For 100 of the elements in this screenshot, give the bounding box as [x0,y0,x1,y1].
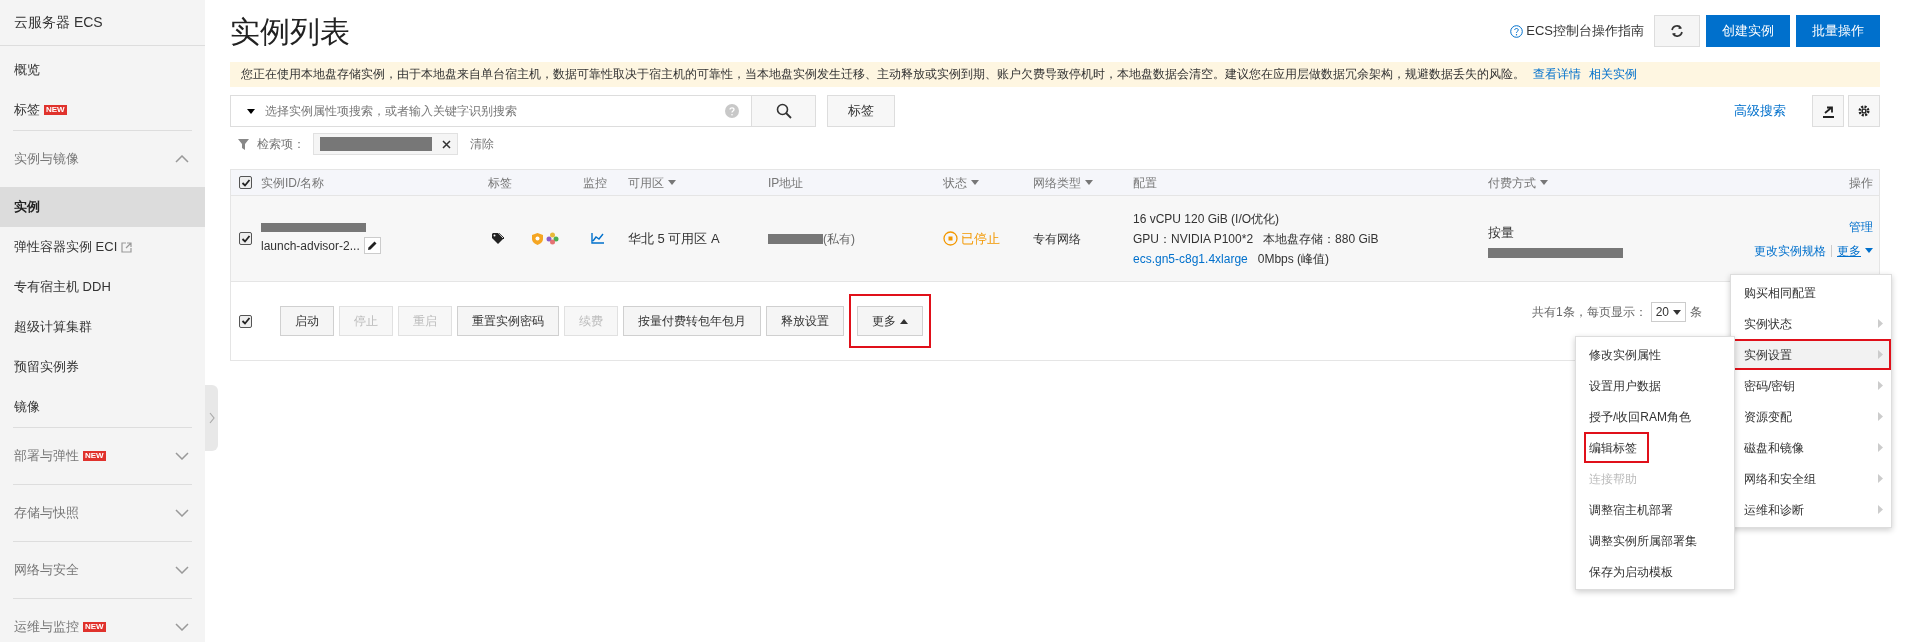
manage-link[interactable]: 管理 [1849,217,1873,236]
page-title: 实例列表 [230,13,350,50]
advanced-search-link[interactable]: 高级搜索 [1734,101,1786,121]
check-icon [240,233,251,244]
caret-icon [1865,248,1873,253]
sidebar-item[interactable]: 预留实例券 [0,347,205,387]
external-link-icon [121,241,133,253]
network-cell-text: 专有网络 [1033,230,1082,248]
chevron-down-icon[interactable] [175,566,189,574]
search-placeholder: 选择实例属性项搜索，或者输入关键字识别搜索 [265,103,518,120]
sidebar-item[interactable]: 标签 NEW [0,90,205,130]
submenu-arrow-icon [1878,350,1883,359]
chevron-up-icon[interactable] [175,155,189,163]
column-header: 标签 [488,174,512,192]
menu-item[interactable]: 运维和诊断 [1731,494,1891,525]
submenu-arrow-icon [1878,474,1883,483]
settings-icon [1858,105,1870,117]
checkbox[interactable] [239,176,252,189]
close-icon[interactable] [442,139,451,149]
submenu-arrow-icon [1878,412,1883,421]
menu-item[interactable]: 保存为启动模板 [1584,556,1685,587]
banner-link[interactable]: 查看详情 [1533,65,1581,84]
sidebar-group[interactable]: 实例与镜像 [0,131,205,187]
sidebar-item[interactable]: 实例 [0,187,205,227]
sidebar-group[interactable]: 运维与监控 NEW [0,599,205,642]
chevron-down-icon[interactable] [175,509,189,517]
filter-label: 检索项： [257,136,305,153]
action-button[interactable]: 按量付费转包年包月 [623,306,761,336]
primary-button[interactable]: 创建实例 [1706,15,1790,47]
sidebar-item[interactable]: 专有宿主机 DDH [0,267,205,307]
page-size-select[interactable]: 20 [1650,302,1686,322]
banner-text: 您正在使用本地盘存储实例，由于本地盘来自单台宿主机，数据可靠性取决于宿主机的可靠性，当本地盘实例发生迁移、主动释放或实例到期、账户欠费导致停机时，本地盘数据会清空。建议您在应用层做数据冗余架构，规避数据丢失的风险。 [241,66,1525,82]
action-button[interactable]: 释放设置 [766,306,844,336]
banner-link[interactable]: 相关实例 [1589,65,1637,84]
submenu-arrow-icon [1878,381,1883,390]
refresh-button[interactable] [1654,15,1700,47]
tag-icon[interactable] [492,232,507,245]
column-header: 实例ID/名称 [261,174,325,192]
sidebar-item[interactable]: 概览 [0,50,205,90]
caret-icon [1673,309,1681,315]
flower-icon[interactable] [546,232,559,245]
change-spec-link[interactable]: 更改实例规格 [1754,241,1826,260]
chevron-down-icon[interactable] [175,452,189,460]
menu-item[interactable]: 实例状态 [1731,308,1891,339]
menu-item[interactable]: 网络和安全组 [1731,463,1891,494]
menu-item[interactable]: 购买相同配置 [1731,277,1891,308]
help-icon [725,104,739,118]
instance-type-link[interactable]: ecs.gn5-c8g1.4xlarge [1133,249,1248,268]
menu-item[interactable]: 设置用户数据 [1584,370,1673,401]
caret-icon [1085,180,1093,185]
tag-button[interactable]: 标签 [827,95,895,127]
sidebar-item[interactable]: 超级计算集群 [0,307,205,347]
instance-name: launch-advisor-2... [261,237,360,255]
column-header[interactable]: 状态 [943,173,979,192]
caret-icon [668,180,676,185]
sidebar-item[interactable]: 弹性容器实例 ECI [0,227,205,267]
chevron-right-icon [208,412,215,424]
menu-item[interactable]: 修改实例属性 [1584,339,1673,370]
column-header: 配置 [1133,174,1157,192]
sidebar-title: 云服务器 ECS [0,0,205,46]
action-button[interactable]: 启动 [280,306,334,336]
column-header[interactable]: 网络类型 [1033,173,1093,192]
chevron-down-icon[interactable] [175,623,189,631]
group-label: 实例与镜像 [14,150,79,169]
sidebar-item[interactable]: 镜像 [0,387,205,427]
sidebar-group[interactable]: 存储与快照 [0,485,205,541]
column-header[interactable]: 付费方式 [1488,173,1548,192]
menu-item[interactable]: 调整宿主机部署 [1584,494,1685,525]
primary-button[interactable]: 批量操作 [1796,15,1880,47]
check-icon [240,316,251,326]
search-field[interactable]: 选择实例属性项搜索，或者输入关键字识别搜索 [230,95,752,127]
more-link[interactable]: 更多 [1837,241,1873,260]
caret-icon [971,180,979,185]
edit-button[interactable] [363,237,381,254]
search-button[interactable] [752,95,816,127]
new-badge: NEW [44,105,67,115]
export-icon [1821,104,1835,118]
menu-item[interactable]: 磁盘和镜像 [1731,432,1891,463]
menu-item[interactable]: 调整实例所属部署集 [1584,525,1709,556]
export-button[interactable] [1812,95,1844,127]
menu-item[interactable]: 密码/密钥 [1731,370,1891,401]
checkbox[interactable] [239,314,252,328]
clear-link[interactable]: 清除 [470,135,494,153]
menu-item[interactable]: 编辑标签 [1584,432,1649,463]
sidebar-group[interactable]: 部署与弹性 NEW [0,428,205,484]
column-header[interactable]: 可用区 [628,173,676,192]
menu-item[interactable]: 资源变配 [1731,401,1891,432]
more-dropdown-button[interactable]: 更多 [857,306,923,336]
checkbox[interactable] [239,232,252,245]
group-label: 网络与安全 [14,561,79,580]
sidebar-group[interactable]: 网络与安全 [0,542,205,598]
filter-chip[interactable] [313,133,458,155]
settings-button[interactable] [1848,95,1880,127]
menu-item[interactable]: 授予/收回RAM角色 [1584,401,1703,432]
group-label: 部署与弹性 [14,447,79,466]
status-text: 已停止 [961,229,1000,248]
chart-icon[interactable] [591,233,604,244]
action-button[interactable]: 重置实例密码 [457,306,559,336]
stopped-icon [943,231,958,246]
guide-link[interactable]: ECS控制台操作指南 [1510,21,1644,41]
